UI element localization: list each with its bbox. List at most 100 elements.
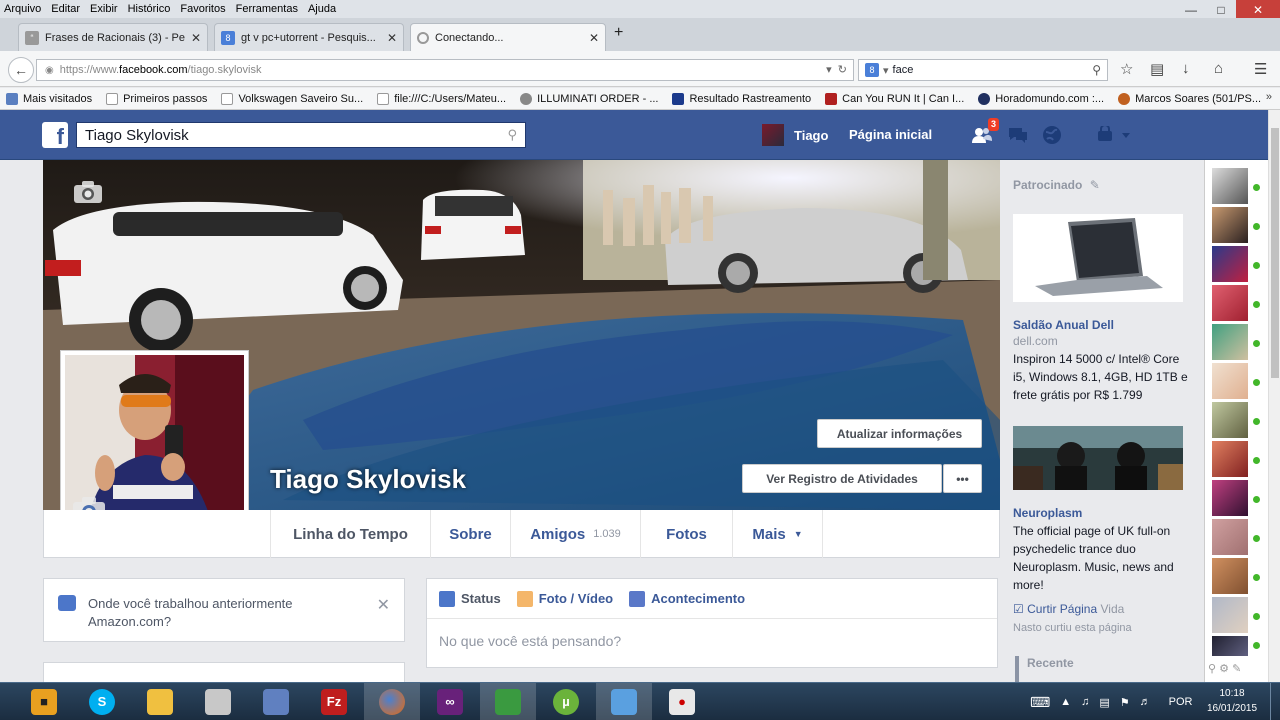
home-link[interactable]: Página inicial [849, 127, 932, 142]
chat-contact-avatar[interactable] [1212, 480, 1248, 516]
input-language[interactable]: POR [1169, 696, 1193, 708]
chat-contact-avatar[interactable] [1212, 558, 1248, 594]
composer-tab-photo[interactable]: Foto / Vídeo [516, 590, 613, 607]
close-tab-icon[interactable]: ✕ [387, 31, 397, 45]
ad-image-laptop[interactable] [1013, 214, 1183, 302]
more-options-button[interactable]: ••• [943, 464, 982, 493]
tab-photos[interactable]: Fotos [641, 510, 733, 558]
privacy-settings-icon[interactable] [1094, 124, 1134, 146]
bookmark-item[interactable]: Primeiros passos [106, 92, 207, 105]
volume-icon[interactable]: ♬ [1140, 696, 1151, 708]
engine-dropdown-icon[interactable]: ▾ [883, 64, 889, 77]
taskbar-app-chat[interactable]: ■ [16, 683, 72, 720]
hamburger-menu-icon[interactable]: ☰ [1254, 60, 1267, 78]
chat-contact-avatar[interactable] [1212, 168, 1248, 204]
downloads-icon[interactable]: ↓ [1182, 60, 1190, 77]
menu-tools[interactable]: Ferramentas [236, 3, 298, 15]
chat-contact-avatar[interactable] [1212, 636, 1248, 656]
menu-bookmarks[interactable]: Favoritos [180, 3, 225, 15]
chat-contact-avatar[interactable] [1212, 402, 1248, 438]
tab-friends[interactable]: Amigos 1.039 [511, 510, 641, 558]
search-bar[interactable]: 8 ▾ face ⚲ [858, 59, 1108, 81]
taskbar-app-network[interactable] [248, 683, 304, 720]
tray-expand-icon[interactable]: ▲ [1060, 696, 1071, 708]
address-bar[interactable]: ◉ https://www. facebook.com/tiago.skylovi… [36, 59, 854, 81]
bookmark-item[interactable]: Horadomundo.com :... [978, 92, 1104, 105]
bookmark-item[interactable]: Mais visitados [6, 92, 92, 105]
recent-heading[interactable]: Recente [1015, 656, 1201, 682]
ad-image-neuroplasm[interactable] [1013, 426, 1183, 490]
maximize-button[interactable]: □ [1206, 0, 1236, 20]
profile-name[interactable]: Tiago Skylovisk [270, 464, 466, 495]
close-tab-icon[interactable]: ✕ [589, 31, 599, 45]
ad-info-icon[interactable]: ✎ [1090, 178, 1100, 192]
status-input[interactable]: No que você está pensando? [427, 619, 997, 663]
ad-title[interactable]: Saldão Anual Dell [1013, 318, 1114, 332]
composer-tab-event[interactable]: Acontecimento [629, 590, 745, 607]
taskbar-app-remote[interactable] [596, 683, 652, 720]
home-icon[interactable]: ⌂ [1214, 60, 1223, 77]
work-prompt-text[interactable]: Onde você trabalhou anteriormente Amazon… [88, 595, 368, 631]
chat-contact-avatar[interactable] [1212, 207, 1248, 243]
back-button[interactable]: ← [8, 57, 34, 83]
taskbar-app-image-viewer[interactable] [480, 683, 536, 720]
notifications-globe-icon[interactable] [1040, 124, 1064, 146]
bookmark-item[interactable]: Can You RUN It | Can I... [825, 92, 964, 105]
taskbar-app-visual-studio[interactable]: ∞ [422, 683, 478, 720]
close-window-button[interactable]: ✕ [1236, 0, 1280, 20]
menu-history[interactable]: Histórico [128, 3, 171, 15]
activity-log-button[interactable]: Ver Registro de Atividades [742, 464, 942, 493]
bookmarks-menu-icon[interactable]: ▤ [1150, 60, 1164, 78]
browser-tab[interactable]: “ Frases de Racionais (3) - Pe... ✕ [18, 23, 208, 51]
minimize-button[interactable]: — [1176, 0, 1206, 20]
chat-contact-avatar[interactable] [1212, 246, 1248, 282]
ad-description[interactable]: The official page of UK full-on psychede… [1013, 522, 1191, 594]
tab-about[interactable]: Sobre [431, 510, 511, 558]
bookmark-item[interactable]: Volkswagen Saveiro Su... [221, 92, 363, 105]
profile-link[interactable]: Tiago [762, 124, 828, 146]
taskbar-app-printer[interactable] [190, 683, 246, 720]
search-icon[interactable]: ⚲ [1208, 663, 1216, 675]
ad-domain[interactable]: dell.com [1013, 334, 1058, 348]
taskbar-app-utorrent[interactable]: µ [538, 683, 594, 720]
menu-edit[interactable]: Editar [51, 3, 80, 15]
facebook-search-input[interactable]: Tiago Skylovisk ⚲ [76, 122, 526, 148]
keyboard-icon[interactable]: ⌨ [1030, 694, 1050, 711]
like-page-link[interactable]: ☑ Curtir Página Vida [1013, 602, 1124, 616]
new-tab-button[interactable]: + [614, 24, 623, 42]
taskbar-clock[interactable]: 10:18 16/01/2015 [1204, 686, 1260, 716]
bookmark-item[interactable]: file:///C:/Users/Mateu... [377, 92, 506, 105]
bookmark-star-icon[interactable]: ☆ [1120, 60, 1133, 78]
bookmark-item[interactable]: ILLUMINATI ORDER - ... [520, 92, 658, 105]
ad-description[interactable]: Inspiron 14 5000 c/ Intel® Core i5, Wind… [1013, 350, 1191, 404]
network-tray-icon[interactable]: ▤ [1099, 696, 1109, 709]
compose-icon[interactable]: ✎ [1232, 663, 1241, 675]
search-icon[interactable]: ⚲ [1092, 63, 1101, 77]
taskbar-app-firefox[interactable] [364, 683, 420, 720]
taskbar-app-filezilla[interactable]: Fz [306, 683, 362, 720]
bookmark-item[interactable]: Marcos Soares (501/PS... [1118, 92, 1261, 105]
menu-help[interactable]: Ajuda [308, 3, 336, 15]
search-icon[interactable]: ⚲ [507, 127, 517, 143]
taskbar-app-tool[interactable]: ● [654, 683, 710, 720]
chat-contact-avatar[interactable] [1212, 285, 1248, 321]
chat-contact-avatar[interactable] [1212, 363, 1248, 399]
browser-tab[interactable]: 8 gt v pc+utorrent - Pesquis... ✕ [214, 23, 404, 51]
composer-tab-status[interactable]: Status [439, 590, 501, 607]
bookmarks-overflow-icon[interactable]: » [1266, 91, 1272, 103]
bookmark-item[interactable]: Resultado Rastreamento [672, 92, 811, 105]
ad-title[interactable]: Neuroplasm [1013, 506, 1082, 520]
messages-icon[interactable] [1006, 124, 1030, 146]
menu-view[interactable]: Exibir [90, 3, 118, 15]
taskbar-app-skype[interactable]: S [74, 683, 130, 720]
browser-tab-active[interactable]: Conectando... ✕ [410, 23, 606, 51]
taskbar-app-explorer[interactable] [132, 683, 188, 720]
show-desktop-button[interactable] [1270, 683, 1280, 720]
close-prompt-icon[interactable]: ✕ [377, 595, 390, 615]
action-center-flag-icon[interactable]: ⚑ [1120, 696, 1130, 709]
speaker-icon[interactable]: ♫ [1081, 696, 1089, 708]
chat-contact-avatar[interactable] [1212, 519, 1248, 555]
chat-contact-avatar[interactable] [1212, 324, 1248, 360]
facebook-logo-icon[interactable]: f [42, 122, 68, 148]
close-tab-icon[interactable]: ✕ [191, 31, 201, 45]
